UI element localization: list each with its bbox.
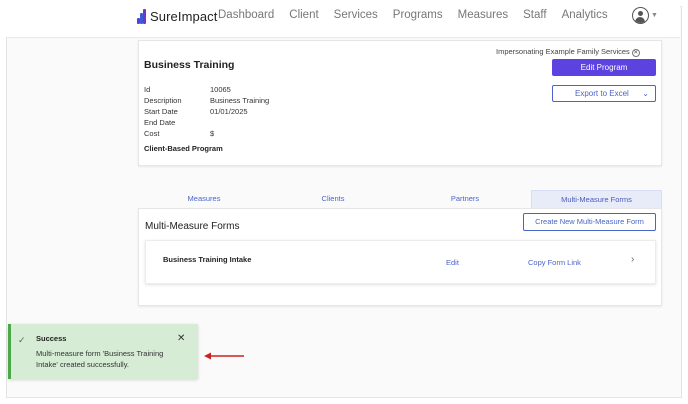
impersonating-notice: Impersonating Example Family Services ✕ — [496, 47, 640, 57]
brand-logo[interactable]: SureImpact — [137, 8, 217, 25]
check-icon: ✓ — [18, 335, 26, 345]
field-value: Business Training — [210, 96, 270, 105]
section-title: Multi-Measure Forms — [145, 221, 240, 232]
info-row-start-date: Start Date 01/01/2025 — [144, 107, 248, 116]
user-avatar-icon[interactable] — [632, 7, 649, 24]
tab-measures[interactable]: Measures — [143, 190, 265, 208]
info-row-id: Id 10065 — [144, 85, 231, 94]
field-label: Cost — [144, 129, 160, 138]
chevron-down-icon: ⌄ — [642, 89, 649, 98]
chevron-right-icon[interactable]: › — [631, 254, 634, 265]
tab-clients[interactable]: Clients — [272, 190, 394, 208]
toast-title: Success — [36, 334, 67, 343]
close-icon[interactable]: ✕ — [631, 49, 640, 57]
field-value: 01/01/2025 — [210, 107, 248, 116]
nav-item-measures[interactable]: Measures — [458, 9, 509, 21]
nav-item-staff[interactable]: Staff — [523, 9, 546, 21]
nav-menu: Dashboard Client Services Programs Measu… — [218, 9, 623, 21]
toast-message: Multi-measure form 'Business Training In… — [36, 349, 164, 369]
info-row-cost: Cost $ — [144, 129, 214, 138]
create-multi-measure-form-button[interactable]: Create New Multi-Measure Form — [523, 213, 656, 231]
nav-item-dashboard[interactable]: Dashboard — [218, 9, 274, 21]
impersonating-text: Impersonating Example Family Services — [496, 47, 630, 56]
nav-item-services[interactable]: Services — [334, 9, 378, 21]
brand-name: SureImpact — [150, 9, 218, 24]
close-icon[interactable]: ✕ — [177, 333, 185, 344]
copy-form-link[interactable]: Copy Form Link — [528, 258, 581, 267]
annotation-arrow-icon — [204, 352, 244, 360]
logo-mark-icon — [137, 9, 146, 24]
program-type-label: Client-Based Program — [144, 144, 223, 153]
field-value: $ — [210, 129, 215, 138]
form-name: Business Training Intake — [163, 255, 252, 264]
tab-partners[interactable]: Partners — [404, 190, 526, 208]
edit-program-button[interactable]: Edit Program — [552, 59, 656, 76]
tab-multi-measure-forms[interactable]: Multi-Measure Forms — [531, 190, 662, 208]
chevron-down-icon[interactable]: ▼ — [651, 12, 658, 19]
nav-item-analytics[interactable]: Analytics — [562, 9, 608, 21]
field-label: Start Date — [144, 107, 178, 116]
field-label: Id — [144, 85, 151, 94]
field-value: 10065 — [210, 85, 231, 94]
export-to-excel-button[interactable]: Export to Excel ⌄ — [552, 85, 656, 102]
field-label: Description — [144, 96, 182, 105]
program-title: Business Training — [144, 59, 235, 71]
info-row-end-date: End Date — [144, 118, 210, 127]
field-label: End Date — [144, 118, 176, 127]
export-label: Export to Excel — [575, 89, 629, 98]
nav-item-client[interactable]: Client — [289, 9, 318, 21]
info-row-description: Description Business Training — [144, 96, 269, 105]
nav-item-programs[interactable]: Programs — [393, 9, 443, 21]
edit-form-link[interactable]: Edit — [446, 258, 459, 267]
